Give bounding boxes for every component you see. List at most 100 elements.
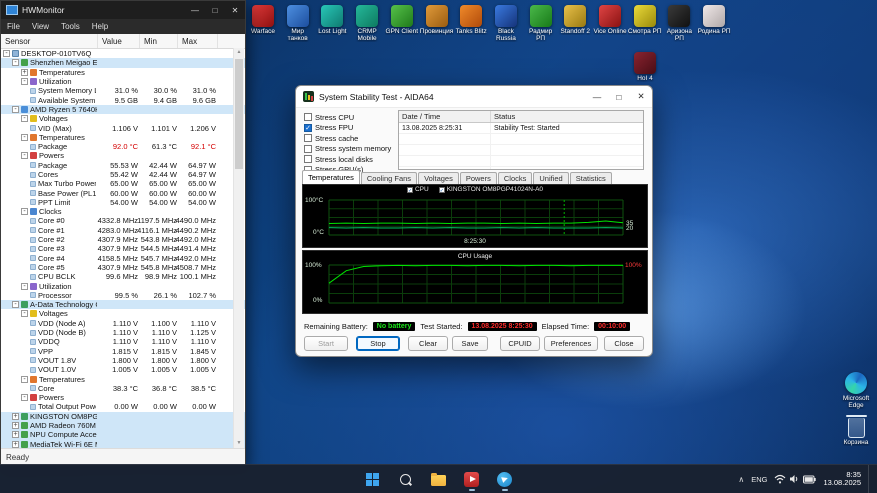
sensor-row[interactable]: Package55.53 W42.44 W64.97 W [1, 161, 245, 170]
stress-option[interactable]: Stress cache [304, 133, 394, 144]
taskbar-clock[interactable]: 8:35 13.08.2025 [823, 471, 861, 488]
sensor-row[interactable]: VPP1.815 V1.815 V1.845 V [1, 347, 245, 356]
sensor-row[interactable]: -Powers [1, 393, 245, 402]
sensor-row[interactable]: -Temperatures [1, 133, 245, 142]
desktop-shortcut[interactable]: GPN Client [385, 5, 419, 35]
desktop-shortcut[interactable]: HoI 4 [628, 52, 662, 82]
desktop-shortcut[interactable]: Смотра РП [628, 5, 662, 35]
sensor-row[interactable]: -Clocks [1, 207, 245, 216]
checkbox-icon[interactable] [304, 145, 312, 153]
start-button[interactable] [361, 467, 385, 491]
expand-icon[interactable]: + [12, 413, 19, 420]
collapse-icon[interactable]: - [21, 310, 28, 317]
aida64-titlebar[interactable]: System Stability Test - AIDA64 — □ ✕ [296, 86, 652, 108]
sensor-row[interactable]: PPT Limit54.00 W54.00 W54.00 W [1, 198, 245, 207]
sensor-row[interactable]: +MediaTek Wi-Fi 6E MT7902 Wir... [1, 439, 245, 448]
menu-item-file[interactable]: File [1, 22, 26, 31]
desktop-shortcut[interactable]: CRMP Mobile [350, 5, 384, 42]
sensor-row[interactable]: Core #44158.5 MHz545.7 MHz4492.0 MHz [1, 254, 245, 263]
collapse-icon[interactable]: - [21, 78, 28, 85]
expand-icon[interactable]: + [12, 422, 19, 429]
sensor-row[interactable]: Base Power (PL1)60.00 W60.00 W60.00 W [1, 188, 245, 197]
sensor-row[interactable]: Core38.3 °C36.8 °C38.5 °C [1, 384, 245, 393]
close-button[interactable]: Close [604, 336, 644, 351]
start-button[interactable]: Start [304, 336, 348, 351]
sensor-row[interactable]: -AMD Ryzen 5 7640HS [1, 105, 245, 114]
cpuid-button[interactable]: CPUID [500, 336, 540, 351]
hwmonitor-titlebar[interactable]: HWMonitor — □ ✕ [1, 1, 245, 19]
minimize-icon[interactable]: — [185, 6, 205, 15]
desktop-shortcut[interactable]: Аризона РП [662, 5, 696, 42]
scroll-down-icon[interactable]: ▼ [234, 439, 244, 448]
tray-status-icons[interactable] [774, 474, 816, 484]
sensor-row[interactable]: -Shenzhen Meigao Electronic E... [1, 58, 245, 67]
sensor-row[interactable]: -Utilization [1, 77, 245, 86]
collapse-icon[interactable]: - [3, 50, 10, 57]
status-log-row[interactable]: 13.08.2025 8:25:31Stability Test: Starte… [399, 123, 643, 134]
sensor-row[interactable]: -Powers [1, 151, 245, 160]
sensor-row[interactable]: VOUT 1.8V1.800 V1.800 V1.800 V [1, 356, 245, 365]
maximize-icon[interactable]: □ [608, 92, 630, 102]
tab-statistics[interactable]: Statistics [570, 172, 612, 184]
collapse-icon[interactable]: - [21, 115, 28, 122]
expand-icon[interactable]: + [12, 431, 19, 438]
sensor-row[interactable]: +KINGSTON OM8PGP41024N-A0 [1, 412, 245, 421]
sensor-row[interactable]: Core #14283.0 MHz4116.1 MHz4490.2 MHz [1, 226, 245, 235]
stop-button[interactable]: Stop [356, 336, 400, 351]
search-button[interactable] [394, 467, 418, 491]
aida64-taskbar-app[interactable] [460, 467, 484, 491]
desktop-shortcut[interactable]: Мир танков [281, 5, 315, 42]
desktop-shortcut[interactable]: Провинция [420, 5, 454, 35]
collapse-icon[interactable]: - [21, 394, 28, 401]
tab-unified[interactable]: Unified [533, 172, 568, 184]
sensor-row[interactable]: +NPU Compute Accelerator Dev... [1, 430, 245, 439]
stress-option[interactable]: Stress CPU [304, 112, 394, 123]
sensor-row[interactable]: Max Turbo Power (PL2)65.00 W65.00 W65.00… [1, 179, 245, 188]
sensor-row[interactable]: Core #24307.9 MHz543.8 MHz4492.0 MHz [1, 235, 245, 244]
close-icon[interactable]: ✕ [225, 6, 245, 15]
collapse-icon[interactable]: - [12, 106, 19, 113]
collapse-icon[interactable]: - [12, 301, 19, 308]
column-header-sensor[interactable]: Sensor [1, 34, 98, 48]
tab-cooling-fans[interactable]: Cooling Fans [361, 172, 417, 184]
sensor-row[interactable]: Core #04332.8 MHz1197.5 MHz4490.0 MHz [1, 216, 245, 225]
clear-button[interactable]: Clear [408, 336, 448, 351]
checkbox-icon[interactable] [304, 155, 312, 163]
sensor-row[interactable]: +Temperatures [1, 68, 245, 77]
checkbox-icon[interactable] [304, 134, 312, 142]
hwmonitor-taskbar-app[interactable] [493, 467, 517, 491]
column-header-value[interactable]: Value [98, 34, 140, 48]
collapse-icon[interactable]: - [21, 134, 28, 141]
expand-icon[interactable]: + [12, 441, 19, 448]
desktop-icon-recycle-bin[interactable]: Корзина [836, 418, 876, 446]
desktop-shortcut[interactable]: Vice Online [593, 5, 627, 35]
desktop-shortcut[interactable]: Tanks Blitz [454, 5, 488, 35]
sensor-row[interactable]: VDD (Node B)1.110 V1.110 V1.125 V [1, 328, 245, 337]
sensor-row[interactable]: VID (Max)1.106 V1.101 V1.206 V [1, 123, 245, 132]
scrollbar-thumb[interactable] [235, 59, 243, 169]
desktop-shortcut[interactable]: Black Russia [489, 5, 523, 42]
collapse-icon[interactable]: - [12, 59, 19, 66]
sensor-row[interactable]: Processor99.5 %26.1 %102.7 % [1, 291, 245, 300]
sensor-row[interactable]: -Temperatures [1, 374, 245, 383]
show-desktop-strip[interactable] [868, 465, 872, 493]
tray-overflow-chevron-icon[interactable]: ∧ [738, 475, 744, 484]
sensor-row[interactable]: -Voltages [1, 309, 245, 318]
hwmonitor-scrollbar[interactable]: ▲ ▼ [233, 48, 244, 448]
save-button[interactable]: Save [452, 336, 488, 351]
collapse-icon[interactable]: - [21, 208, 28, 215]
expand-icon[interactable]: + [21, 69, 28, 76]
sensor-row[interactable]: Core #54307.9 MHz545.8 MHz4508.7 MHz [1, 263, 245, 272]
stress-option[interactable]: Stress local disks [304, 154, 394, 165]
sensor-row[interactable]: -A-Data Technology CBDAD5S5... [1, 300, 245, 309]
menu-item-help[interactable]: Help [86, 22, 114, 31]
sensor-row[interactable]: Available System Mem...9.5 GB9.4 GB9.6 G… [1, 95, 245, 104]
desktop-shortcut[interactable]: Радмир РП [524, 5, 558, 42]
close-icon[interactable]: ✕ [630, 91, 652, 102]
tab-powers[interactable]: Powers [460, 172, 497, 184]
minimize-icon[interactable]: — [586, 92, 608, 102]
desktop-icon-edge[interactable]: Microsoft Edge [836, 372, 876, 409]
stress-option[interactable]: ✓Stress FPU [304, 123, 394, 134]
column-header-min[interactable]: Min [140, 34, 178, 48]
sensor-row[interactable]: Cores55.42 W42.44 W64.97 W [1, 170, 245, 179]
